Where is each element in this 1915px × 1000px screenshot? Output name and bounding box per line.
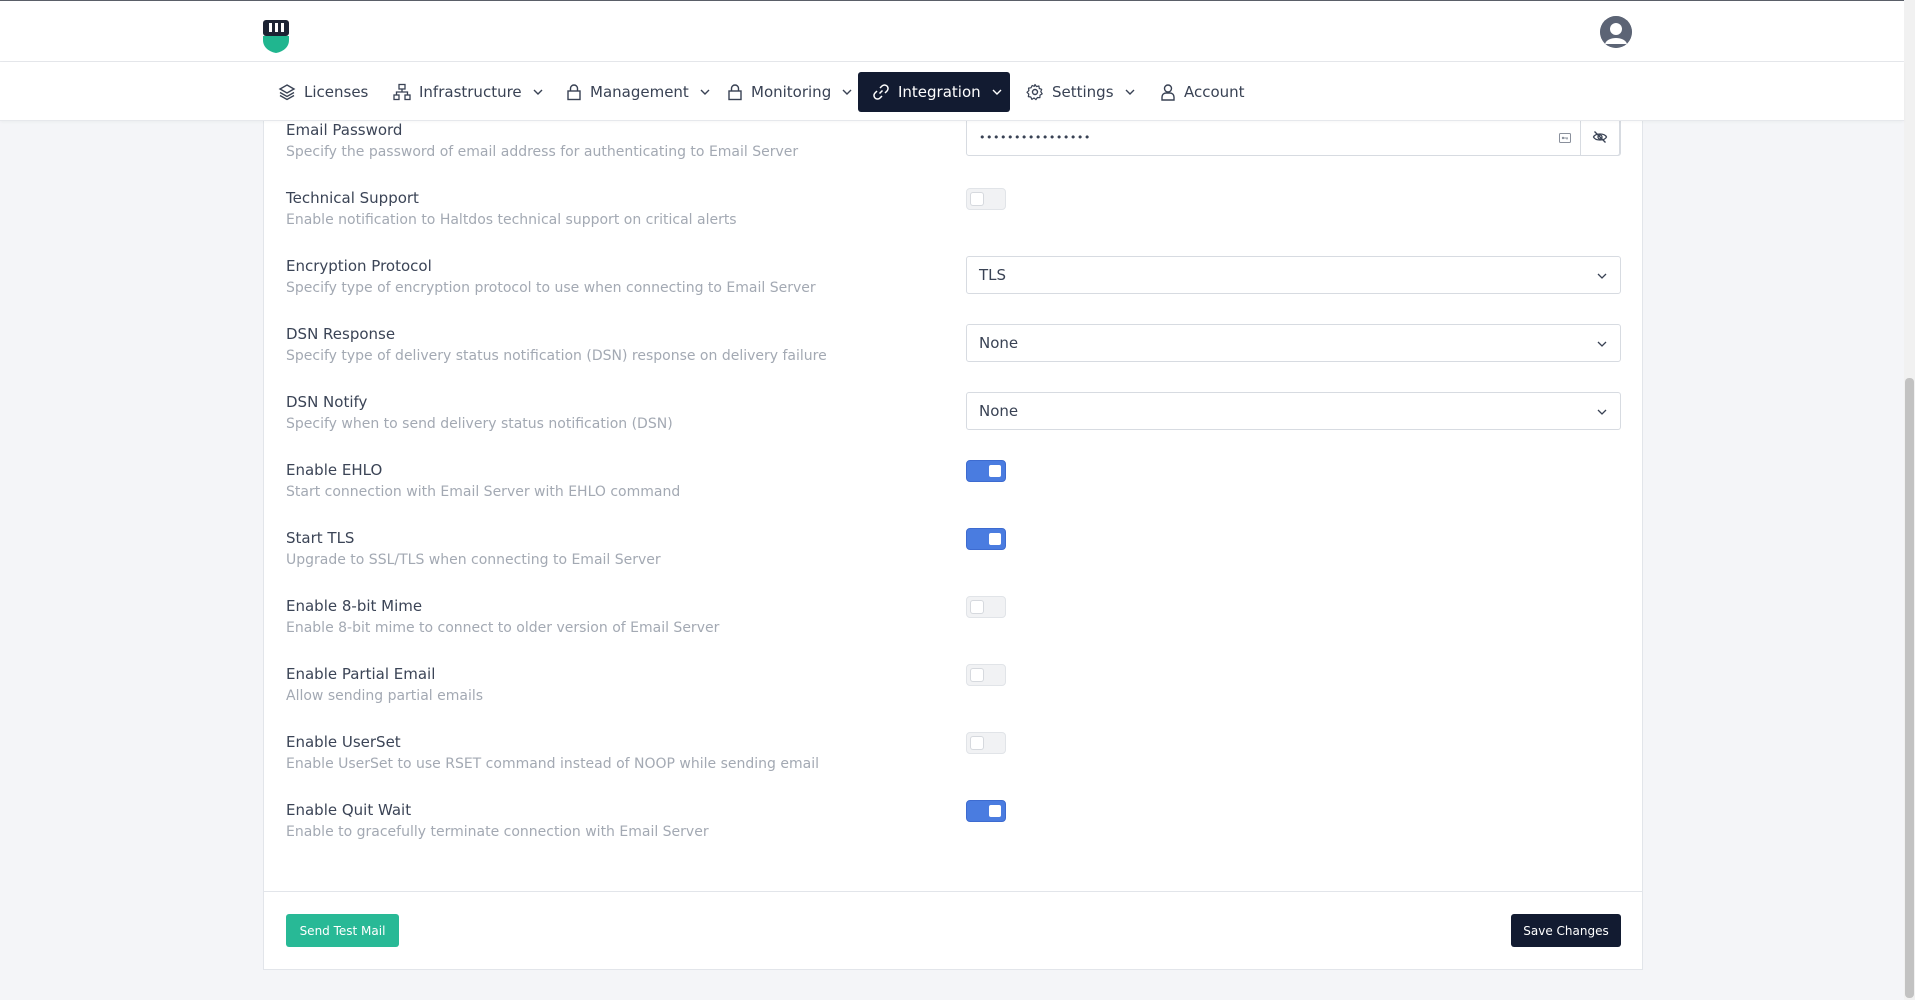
chevron-down-icon [992,89,1002,95]
user-avatar[interactable] [1600,16,1632,48]
enable-8bit-mime-toggle[interactable] [966,596,1006,618]
nav-management-label: Management [590,83,689,101]
nav-integration-label: Integration [898,83,981,101]
card-footer-divider [264,891,1642,892]
setting-description: Start connection with Email Server with … [286,484,681,500]
network-icon [393,83,411,101]
setting-title: Start TLS [286,529,355,547]
lock-icon [567,84,581,101]
chevron-down-icon [1597,341,1607,347]
setting-enable-partial-email: Enable Partial Email Allow sending parti… [286,664,1626,706]
start-tls-toggle[interactable] [966,528,1006,550]
link-icon [873,84,889,100]
lock-icon [728,84,742,101]
key-autofill-icon[interactable] [1558,131,1572,145]
setting-description: Upgrade to SSL/TLS when connecting to Em… [286,552,661,568]
chevron-down-icon [842,89,852,95]
setting-enable-quit-wait: Enable Quit Wait Enable to gracefully te… [286,800,1626,842]
eye-slash-icon [1592,131,1608,143]
dsn-response-select[interactable]: None [966,324,1621,362]
email-password-value: •••••••••••••••• [979,130,1091,144]
main-nav: Licenses Infrastructure Management Monit… [0,62,1904,121]
setting-enable-ehlo: Enable EHLO Start connection with Email … [286,460,1626,502]
nav-licenses-label: Licenses [304,83,369,101]
toggle-knob [989,533,1001,545]
save-changes-button[interactable]: Save Changes [1511,914,1621,947]
email-settings-card: Email Password Specify the password of e… [263,110,1643,970]
toggle-password-visibility-button[interactable] [1580,118,1620,156]
dsn-notify-value: None [979,402,1019,420]
encryption-protocol-select[interactable]: TLS [966,256,1621,294]
enable-partial-email-toggle[interactable] [966,664,1006,686]
setting-technical-support: Technical Support Enable notification to… [286,188,1626,230]
setting-title: Technical Support [286,189,419,207]
layers-icon [278,84,296,101]
setting-enable-userset: Enable UserSet Enable UserSet to use RSE… [286,732,1626,774]
chevron-down-icon [700,89,710,95]
avatar-icon [1600,16,1632,48]
setting-description: Enable to gracefully terminate connectio… [286,824,709,840]
toggle-knob [989,805,1001,817]
toggle-knob [971,193,983,205]
nav-monitoring[interactable]: Monitoring [713,72,867,112]
gear-icon [1026,83,1043,101]
toggle-knob [971,737,983,749]
nav-settings-label: Settings [1052,83,1114,101]
setting-description: Allow sending partial emails [286,688,484,704]
top-bar [0,0,1904,62]
dsn-notify-select[interactable]: None [966,392,1621,430]
email-password-input[interactable]: •••••••••••••••• [966,118,1621,156]
setting-description: Enable UserSet to use RSET command inste… [286,756,819,772]
nav-infrastructure-label: Infrastructure [419,83,522,101]
nav-account[interactable]: Account [1146,72,1259,112]
nav-infrastructure[interactable]: Infrastructure [379,72,558,112]
setting-title: Enable EHLO [286,461,383,479]
setting-title: Enable UserSet [286,733,401,751]
setting-title: Enable 8-bit Mime [286,597,423,615]
chevron-down-icon [1597,409,1607,415]
toggle-knob [971,601,983,613]
nav-licenses[interactable]: Licenses [264,72,382,112]
setting-enable-8bit-mime: Enable 8-bit Mime Enable 8-bit mime to c… [286,596,1626,638]
setting-start-tls: Start TLS Upgrade to SSL/TLS when connec… [286,528,1626,570]
chevron-down-icon [533,89,543,95]
setting-title: Enable Quit Wait [286,801,412,819]
toggle-knob [971,669,983,681]
nav-account-label: Account [1184,83,1245,101]
chevron-down-icon [1125,89,1135,95]
dsn-response-value: None [979,334,1019,352]
enable-quit-wait-toggle[interactable] [966,800,1006,822]
encryption-protocol-value: TLS [979,266,1007,284]
nav-management[interactable]: Management [552,72,725,112]
haltdos-logo-icon[interactable] [261,18,291,54]
setting-title: Enable Partial Email [286,665,436,683]
user-icon [1161,84,1175,101]
enable-ehlo-toggle[interactable] [966,460,1006,482]
nav-integration[interactable]: Integration [858,72,1010,112]
chevron-down-icon [1597,273,1607,279]
toggle-knob [989,465,1001,477]
technical-support-toggle[interactable] [966,188,1006,210]
nav-settings[interactable]: Settings [1012,72,1150,112]
enable-userset-toggle[interactable] [966,732,1006,754]
page-scrollbar-thumb[interactable] [1905,378,1914,998]
send-test-mail-button[interactable]: Send Test Mail [286,914,399,947]
nav-monitoring-label: Monitoring [751,83,832,101]
setting-description: Enable 8-bit mime to connect to older ve… [286,620,720,636]
setting-description: Enable notification to Haltdos technical… [286,212,737,228]
